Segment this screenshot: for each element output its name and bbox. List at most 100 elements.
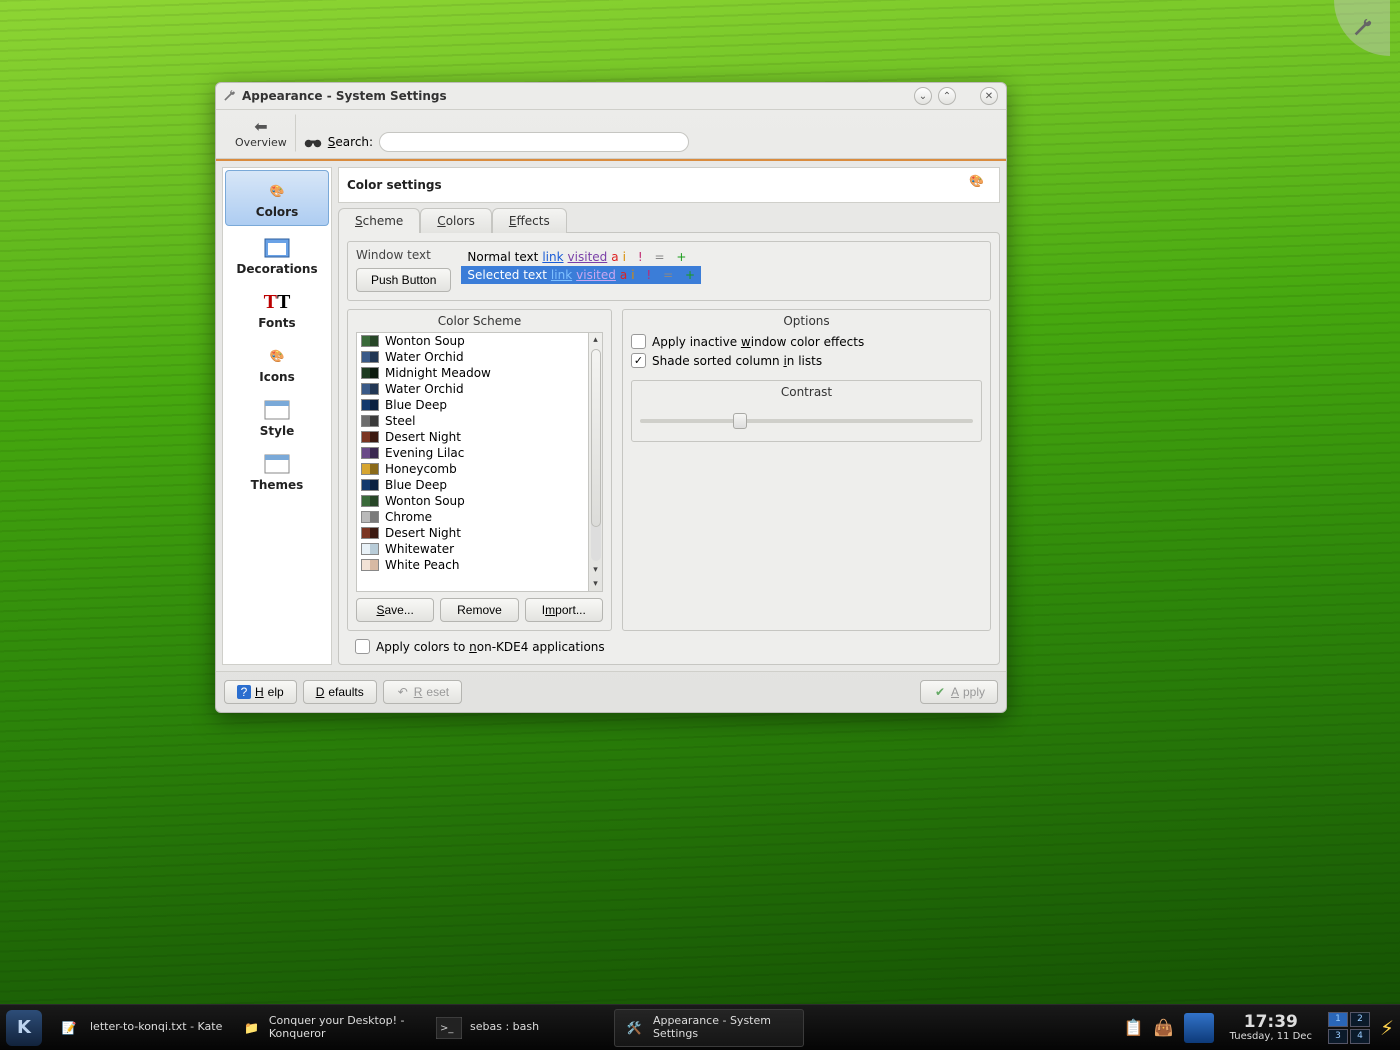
scheme-item-label: Midnight Meadow xyxy=(385,366,491,380)
swatch-icon xyxy=(361,335,379,347)
scheme-item-label: Water Orchid xyxy=(385,382,464,396)
scheme-item[interactable]: Whitewater xyxy=(357,541,588,557)
titlebar[interactable]: Appearance - System Settings ⌄ ⌃ ✕ xyxy=(216,83,1006,110)
konqueror-icon: 📁 xyxy=(240,1013,263,1043)
pager-3[interactable]: 3 xyxy=(1328,1029,1348,1044)
help-icon: ? xyxy=(237,685,251,699)
clock[interactable]: 17:39 Tuesday, 11 Dec xyxy=(1224,1013,1318,1043)
apply-inactive-checkbox[interactable] xyxy=(631,334,646,349)
swatch-icon xyxy=(361,399,379,411)
search-input[interactable] xyxy=(379,132,689,152)
tab-scheme[interactable]: Scheme xyxy=(338,208,420,233)
preview-link-sel[interactable]: link xyxy=(551,268,572,282)
task-konqueror[interactable]: 📁 Conquer your Desktop! - Konqueror xyxy=(234,1009,424,1047)
scheme-item[interactable]: Water Orchid xyxy=(357,349,588,365)
scheme-item[interactable]: Wonton Soup xyxy=(357,493,588,509)
slider-handle[interactable] xyxy=(733,413,747,429)
scroll-down2-icon[interactable]: ▾ xyxy=(589,577,603,591)
scheme-item[interactable]: Blue Deep xyxy=(357,477,588,493)
sidebar-item-style[interactable]: Style xyxy=(223,390,331,444)
back-arrow-icon: ⬅ xyxy=(254,117,267,136)
scheme-item[interactable]: Honeycomb xyxy=(357,461,588,477)
sidebar-item-themes[interactable]: Themes xyxy=(223,444,331,498)
wrench-icon xyxy=(222,89,236,103)
scheme-item[interactable]: Midnight Meadow xyxy=(357,365,588,381)
wallet-icon[interactable]: 👜 xyxy=(1154,1018,1174,1037)
fonts-icon: TT xyxy=(262,290,292,314)
scheme-item[interactable]: Blue Deep xyxy=(357,397,588,413)
overview-button[interactable]: ⬅ Overview xyxy=(226,114,296,152)
sidebar: 🎨 Colors Decorations TT Fonts 🎨 Icons St… xyxy=(222,167,332,665)
apply-nonkde-checkbox[interactable] xyxy=(355,639,370,654)
scheme-item-label: Chrome xyxy=(385,510,432,524)
scheme-item[interactable]: Water Orchid xyxy=(357,381,588,397)
remove-button[interactable]: Remove xyxy=(440,598,518,622)
scheme-item[interactable]: Wonton Soup xyxy=(357,333,588,349)
scheme-listbox[interactable]: Wonton SoupWater OrchidMidnight MeadowWa… xyxy=(356,332,603,592)
scheme-item-label: Water Orchid xyxy=(385,350,464,364)
klipper-icon[interactable]: 📋 xyxy=(1124,1018,1144,1037)
main-panel: Color settings 🎨 Scheme Colors Effects W… xyxy=(338,167,1000,665)
preview-normal-row: Normal text link visited ai ! = + xyxy=(461,248,701,266)
sidebar-item-icons[interactable]: 🎨 Icons xyxy=(223,336,331,390)
check-icon: ✔ xyxy=(933,685,947,699)
defaults-button[interactable]: Defaults xyxy=(303,680,377,704)
scheme-item-label: Evening Lilac xyxy=(385,446,464,460)
wrench-icon xyxy=(1351,17,1373,39)
scheme-item-label: White Peach xyxy=(385,558,459,572)
scheme-item[interactable]: Desert Night xyxy=(357,429,588,445)
scheme-item[interactable]: Evening Lilac xyxy=(357,445,588,461)
pager-2[interactable]: 2 xyxy=(1350,1012,1370,1027)
palette-icon: 🎨 xyxy=(262,179,292,203)
close-button[interactable]: ✕ xyxy=(980,87,998,105)
color-scheme-title: Color Scheme xyxy=(356,314,603,332)
apply-button[interactable]: ✔Apply xyxy=(920,680,998,704)
preview-visited[interactable]: visited xyxy=(568,250,608,264)
scrollbar[interactable]: ▴ ▾ ▾ xyxy=(588,333,602,591)
kde-panel: K 📝 letter-to-konqi.txt - Kate 📁 Conquer… xyxy=(0,1004,1400,1050)
undo-icon: ↶ xyxy=(396,685,410,699)
tab-effects[interactable]: Effects xyxy=(492,208,567,233)
scroll-thumb[interactable] xyxy=(591,349,601,527)
scheme-item[interactable]: Desert Night xyxy=(357,525,588,541)
swatch-icon xyxy=(361,527,379,539)
sidebar-item-decorations[interactable]: Decorations xyxy=(223,228,331,282)
scheme-item-label: Whitewater xyxy=(385,542,454,556)
sidebar-item-colors[interactable]: 🎨 Colors xyxy=(225,170,329,226)
scheme-item[interactable]: Steel xyxy=(357,413,588,429)
pager[interactable]: 1 2 3 4 xyxy=(1328,1012,1370,1044)
settings-window: Appearance - System Settings ⌄ ⌃ ✕ ⬅ Ove… xyxy=(215,82,1007,713)
pager-4[interactable]: 4 xyxy=(1350,1029,1370,1044)
shade-sorted-checkbox[interactable]: ✓ xyxy=(631,353,646,368)
contrast-slider[interactable] xyxy=(640,419,973,423)
scroll-up-icon[interactable]: ▴ xyxy=(589,333,603,347)
task-systemsettings[interactable]: 🛠️ Appearance - System Settings xyxy=(614,1009,804,1047)
task-konsole[interactable]: >_ sebas : bash xyxy=(428,1009,610,1047)
page-title: Color settings xyxy=(347,178,442,192)
window-deco-icon xyxy=(262,236,292,260)
device-notifier-icon[interactable] xyxy=(1184,1013,1214,1043)
import-button[interactable]: Import... xyxy=(525,598,603,622)
scroll-down-icon[interactable]: ▾ xyxy=(589,563,603,577)
scheme-item[interactable]: Chrome xyxy=(357,509,588,525)
minimize-button[interactable]: ⌄ xyxy=(914,87,932,105)
task-kate[interactable]: 📝 letter-to-konqi.txt - Kate xyxy=(48,1009,230,1047)
reset-button[interactable]: ↶Reset xyxy=(383,680,462,704)
tabbar: Scheme Colors Effects xyxy=(338,207,1000,232)
preview-link[interactable]: link xyxy=(542,250,563,264)
help-button[interactable]: ?Help xyxy=(224,680,297,704)
swatch-icon xyxy=(361,495,379,507)
palette-icon: 🎨 xyxy=(969,174,991,196)
scheme-item[interactable]: White Peach xyxy=(357,557,588,573)
scheme-item-label: Blue Deep xyxy=(385,478,447,492)
kickoff-menu[interactable]: K xyxy=(6,1010,42,1046)
maximize-button[interactable]: ⌃ xyxy=(938,87,956,105)
preview-push-button[interactable]: Push Button xyxy=(356,268,451,292)
pager-1[interactable]: 1 xyxy=(1328,1012,1348,1027)
tab-colors[interactable]: Colors xyxy=(420,208,492,233)
preview-visited-sel[interactable]: visited xyxy=(576,268,616,282)
sidebar-item-fonts[interactable]: TT Fonts xyxy=(223,282,331,336)
save-button[interactable]: Save... xyxy=(356,598,434,622)
battery-icon[interactable]: ⚡ xyxy=(1380,1016,1394,1040)
themes-icon xyxy=(262,452,292,476)
